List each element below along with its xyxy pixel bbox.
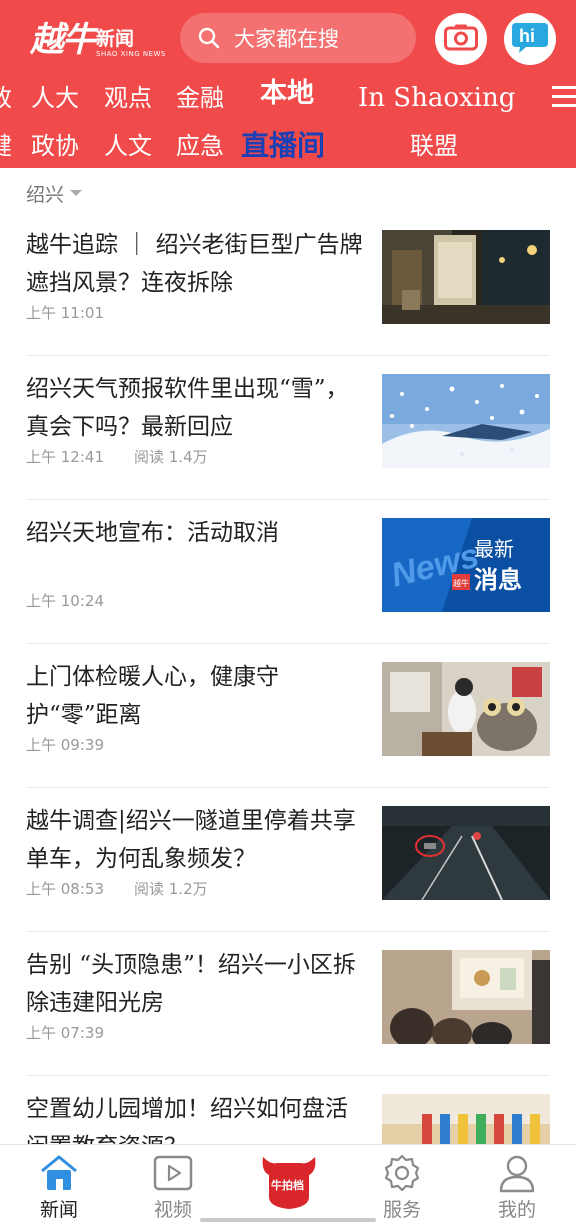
article-meta: 上午 08:53 阅读 1.2万 — [26, 878, 208, 899]
tab-in-shaoxing[interactable]: In Shaoxing — [358, 76, 515, 120]
logo-news-text: 新闻 — [96, 28, 135, 50]
bull-logo-text: 牛拍档 — [271, 1178, 304, 1192]
tab-zhibojian[interactable]: 直播间 — [241, 124, 325, 168]
article-title: 空置幼儿园增加！绍兴如何盘活闲置教育资源？ — [26, 1096, 348, 1144]
hi-text: hi — [519, 26, 535, 46]
home-indicator — [200, 1218, 376, 1222]
user-icon — [496, 1153, 538, 1193]
chat-bubble-icon: hi — [510, 19, 550, 59]
nav-news[interactable]: 新闻 — [14, 1145, 104, 1226]
nav-label: 新闻 — [39, 1199, 78, 1221]
tab-jinrong[interactable]: 金融 — [176, 76, 224, 120]
article-thumbnail: News 最新 消息 越牛 — [382, 518, 550, 612]
region-selector[interactable]: 绍兴 — [26, 176, 83, 210]
article-meta: 上午 12:41 阅读 1.4万 — [26, 446, 208, 467]
article-title: 上门体检暖人心，健康守护“零”距离 — [26, 664, 279, 728]
caret-down-icon — [70, 190, 83, 196]
app-logo[interactable]: 越牛 新闻 SHAO XING NEWS — [30, 12, 165, 62]
top-header: 越牛 新闻 SHAO XING NEWS 大家都在搜 hi 人大 观点 金融 本… — [0, 0, 576, 168]
channel-menu-icon[interactable] — [552, 86, 576, 108]
bottom-navigation: 新闻 视频 牛拍档 服务 我的 — [0, 1144, 576, 1225]
region-label: 绍兴 — [26, 183, 65, 206]
camera-icon — [444, 23, 478, 55]
article-title: 绍兴天地宣布：活动取消 — [26, 520, 279, 546]
thumb-text-1: 最新 — [474, 537, 514, 561]
article-title: 告别 “头顶隐患”！绍兴一小区拆除违建阳光房 — [26, 952, 356, 1016]
nav-center-logo[interactable]: 牛拍档 — [243, 1145, 333, 1226]
article-item[interactable]: 空置幼儿园增加！绍兴如何盘活闲置教育资源？ — [0, 1076, 576, 1144]
nav-mine[interactable]: 我的 — [472, 1145, 562, 1226]
article-time: 上午 10:24 — [26, 592, 104, 610]
tab-yingji[interactable]: 应急 — [176, 124, 224, 168]
search-bar[interactable]: 大家都在搜 — [180, 13, 416, 63]
nav-video[interactable]: 视频 — [128, 1145, 218, 1226]
logo-main-text: 越牛 — [30, 20, 96, 60]
tab-guandian[interactable]: 观点 — [104, 76, 152, 120]
article-thumbnail — [382, 230, 550, 324]
bull-logo-icon: 牛拍档 — [257, 1151, 321, 1211]
article-thumbnail — [382, 374, 550, 468]
article-time: 上午 07:39 — [26, 1024, 104, 1042]
article-list: 越牛追踪 ｜ 绍兴老街巨型广告牌遮挡风景？连夜拆除 上午 11:01 绍兴天气预… — [0, 212, 576, 1144]
hi-assistant-button[interactable]: hi — [504, 13, 556, 65]
tab-renwen[interactable]: 人文 — [104, 124, 152, 168]
video-icon — [152, 1153, 194, 1193]
article-title: 绍兴天气预报软件里出现“雪”，真会下吗？最新回应 — [26, 376, 349, 440]
article-item[interactable]: 越牛调查|绍兴一隧道里停着共享单车，为何乱象频发？ 上午 08:53 阅读 1.2… — [0, 788, 576, 932]
article-item[interactable]: 上门体检暖人心，健康守护“零”距离 上午 09:39 — [0, 644, 576, 788]
tab-partial-2[interactable]: 健 — [0, 124, 12, 168]
tab-bendi[interactable]: 本地 — [260, 72, 314, 116]
nav-service[interactable]: 服务 — [357, 1145, 447, 1226]
camera-button[interactable] — [435, 13, 487, 65]
article-time: 上午 08:53 — [26, 880, 104, 898]
article-title: 越牛调查|绍兴一隧道里停着共享单车，为何乱象频发？ — [26, 808, 356, 872]
article-time: 上午 12:41 — [26, 448, 104, 466]
article-meta: 上午 09:39 — [26, 734, 104, 755]
tab-renda[interactable]: 人大 — [31, 76, 79, 120]
thumb-badge: 越牛 — [453, 578, 469, 588]
tab-partial[interactable]: 政 — [0, 76, 12, 120]
channel-tabs-row-2: 健 政协 人文 应急 直播间 联盟 — [0, 124, 576, 168]
house-icon — [38, 1153, 80, 1193]
article-item[interactable]: 越牛追踪 ｜ 绍兴老街巨型广告牌遮挡风景？连夜拆除 上午 11:01 — [0, 212, 576, 356]
search-placeholder: 大家都在搜 — [234, 27, 339, 51]
article-meta: 上午 07:39 — [26, 1022, 104, 1043]
article-thumbnail — [382, 950, 550, 1044]
nav-label: 我的 — [497, 1199, 536, 1221]
article-thumbnail — [382, 1094, 550, 1144]
article-meta: 上午 11:01 — [26, 302, 104, 323]
thumb-text-2: 消息 — [474, 566, 522, 594]
article-title: 越牛追踪 ｜ 绍兴老街巨型广告牌遮挡风景？连夜拆除 — [26, 232, 363, 296]
article-item[interactable]: 绍兴天气预报软件里出现“雪”，真会下吗？最新回应 上午 12:41 阅读 1.4万 — [0, 356, 576, 500]
tab-lianmeng[interactable]: 联盟 — [410, 124, 458, 168]
article-time: 上午 09:39 — [26, 736, 104, 754]
logo-subtitle: SHAO XING NEWS — [96, 50, 166, 58]
search-icon — [198, 27, 220, 49]
tab-zhengxie[interactable]: 政协 — [31, 124, 79, 168]
article-read-count: 阅读 1.4万 — [134, 448, 208, 466]
channel-tabs-row-1: 政 人大 观点 金融 本地 In Shaoxing — [0, 76, 576, 120]
article-item[interactable]: 告别 “头顶隐患”！绍兴一小区拆除违建阳光房 上午 07:39 — [0, 932, 576, 1076]
article-item[interactable]: 绍兴天地宣布：活动取消 上午 10:24 News 最新 消息 越牛 — [0, 500, 576, 644]
gear-icon — [381, 1153, 423, 1193]
article-time: 上午 11:01 — [26, 304, 104, 322]
article-read-count: 阅读 1.2万 — [134, 880, 208, 898]
article-thumbnail — [382, 806, 550, 900]
article-thumbnail — [382, 662, 550, 756]
article-meta: 上午 10:24 — [26, 590, 104, 611]
